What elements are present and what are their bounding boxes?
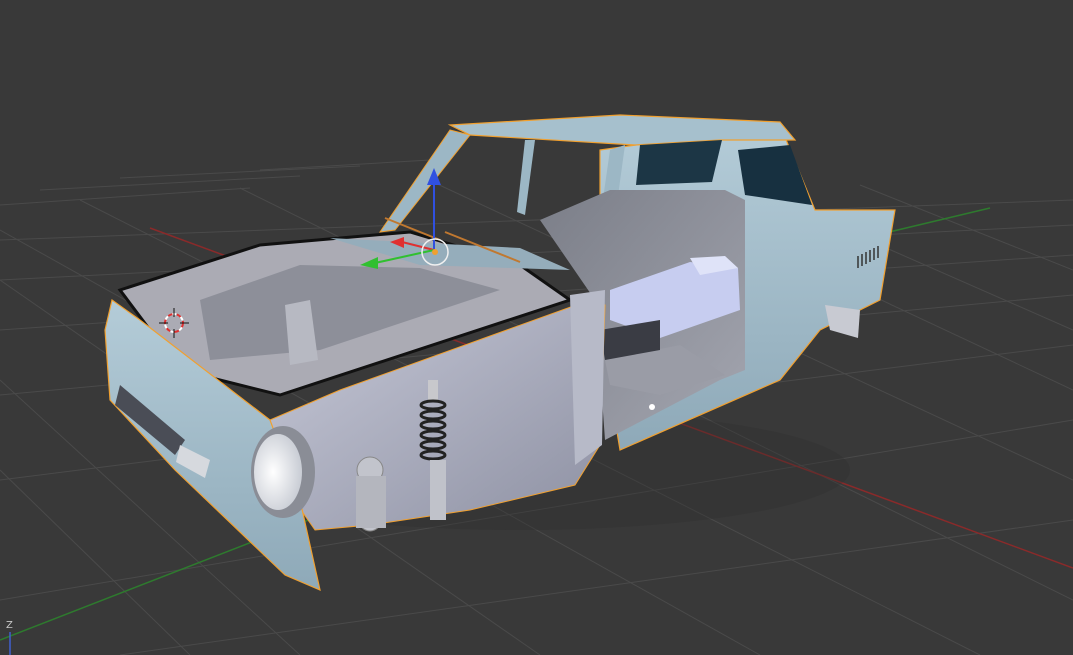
- car-body-mesh[interactable]: [104, 114, 896, 592]
- wheel-hub: [356, 456, 386, 532]
- rear-window: [636, 140, 722, 185]
- windshield-frame: [378, 129, 471, 233]
- selected-vertex: [649, 404, 655, 410]
- roof-panel: [447, 114, 797, 146]
- axis-label-z: Z: [6, 620, 13, 631]
- 3d-viewport[interactable]: Z: [0, 0, 1073, 655]
